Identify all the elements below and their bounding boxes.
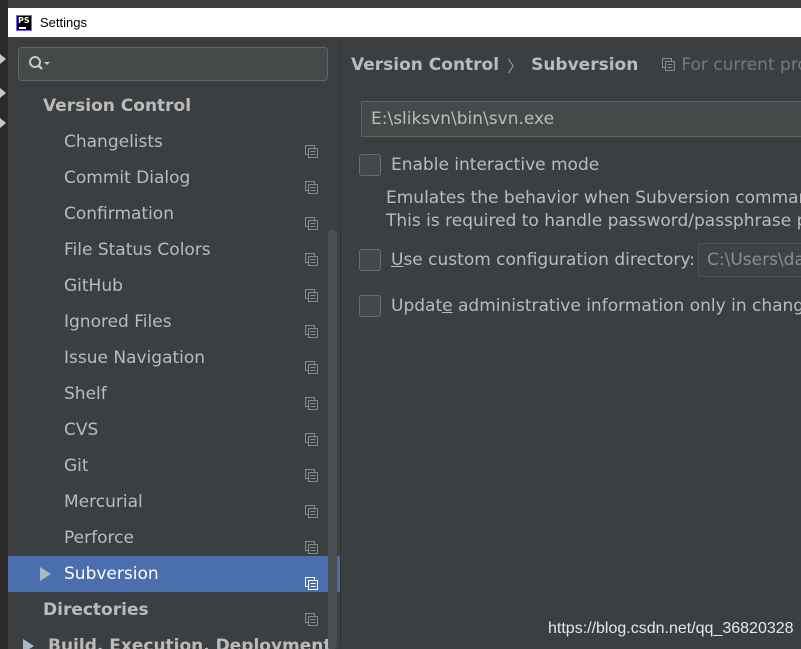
- tree-item-label: Perforce: [64, 528, 134, 548]
- tree-item-commit-dialog[interactable]: Commit Dialog: [8, 160, 340, 196]
- enable-interactive-mode-option[interactable]: Enable interactive mode: [359, 153, 599, 177]
- tree-item-label: Mercurial: [64, 492, 143, 512]
- project-level-icon: [305, 172, 319, 194]
- use-custom-config-label[interactable]: Use custom configuration directory:: [391, 250, 695, 270]
- tree-item-version-control[interactable]: Version Control: [8, 88, 340, 124]
- tree-item-github[interactable]: GitHub: [8, 268, 340, 304]
- project-level-icon: [305, 244, 319, 266]
- tree-item-label: Confirmation: [64, 204, 174, 224]
- update-admin-info-label[interactable]: Update administrative information only i…: [391, 296, 801, 316]
- breadcrumb-separator: 〉: [507, 57, 524, 76]
- project-level-icon: [305, 424, 319, 446]
- tree-item-label: Changelists: [64, 132, 163, 152]
- project-level-icon: [305, 352, 319, 374]
- tree-item-mercurial[interactable]: Mercurial: [8, 484, 340, 520]
- tree-item-label: Shelf: [64, 384, 107, 404]
- tree-item-confirmation[interactable]: Confirmation: [8, 196, 340, 232]
- tree-item-cvs[interactable]: CVS: [8, 412, 340, 448]
- tree-item-subversion[interactable]: Subversion: [8, 556, 340, 592]
- tree-item-label: Issue Navigation: [64, 348, 206, 368]
- mnemonic-letter: e: [442, 296, 453, 316]
- use-custom-config-label-text: se custom configuration directory:: [403, 250, 695, 270]
- project-level-icon: [305, 316, 319, 338]
- title-bar[interactable]: PS Settings: [8, 8, 801, 37]
- tree-item-label: Commit Dialog: [64, 168, 191, 188]
- project-level-icon: [305, 136, 319, 158]
- tree-item-label: Subversion: [64, 564, 159, 584]
- project-level-icon: [305, 532, 319, 554]
- tree-scrollbar[interactable]: [328, 230, 337, 649]
- tree-item-changelists[interactable]: Changelists: [8, 124, 340, 160]
- tree-item-label: Build, Execution, Deployment: [48, 636, 332, 649]
- mnemonic-letter: U: [391, 250, 404, 270]
- tree-item-build-execution-deployment[interactable]: Build, Execution, Deployment: [8, 628, 340, 649]
- scope-hint: For current project: [662, 55, 801, 75]
- project-level-icon: [305, 280, 319, 302]
- interactive-mode-description-line2: This is required to handle password/pass…: [386, 211, 801, 231]
- svn-executable-path-field[interactable]: E:\sliksvn\bin\svn.exe: [361, 101, 801, 137]
- project-scope-icon: [662, 58, 676, 71]
- tree-item-directories[interactable]: Directories: [8, 592, 340, 628]
- tree-item-label: Git: [64, 456, 89, 476]
- tree-item-git[interactable]: Git: [8, 448, 340, 484]
- breadcrumb-current: Subversion: [531, 55, 639, 75]
- update-admin-info-option[interactable]: Update administrative information only i…: [359, 294, 801, 318]
- project-level-icon: [305, 388, 319, 410]
- tree-item-label: Directories: [43, 600, 149, 620]
- tree-item-label: CVS: [64, 420, 99, 440]
- settings-tree-panel: Version Control Changelists Commit Dialog C…: [8, 37, 340, 649]
- tree-item-perforce[interactable]: Perforce: [8, 520, 340, 556]
- breadcrumb-parent: Version Control: [351, 55, 500, 75]
- project-level-icon: [305, 460, 319, 482]
- project-level-icon: [305, 208, 319, 230]
- update-admin-info-label-post: administrative information only in chang…: [452, 296, 801, 316]
- enable-interactive-mode-checkbox[interactable]: [359, 154, 381, 176]
- window-title: Settings: [40, 15, 87, 30]
- update-admin-info-checkbox[interactable]: [359, 295, 381, 317]
- subversion-settings-panel: Version Control 〉 Subversion For current…: [341, 37, 801, 649]
- enable-interactive-mode-label[interactable]: Enable interactive mode: [391, 155, 599, 175]
- phpstorm-app-icon: PS: [16, 14, 32, 31]
- collapsed-arrow-icon: [0, 88, 6, 98]
- interactive-mode-description: Emulates the behavior when Subversion co…: [386, 187, 801, 233]
- project-level-icon: [305, 568, 319, 590]
- collapsed-arrow-icon: [0, 118, 6, 128]
- background-ide-edge: [0, 0, 8, 649]
- use-custom-config-checkbox[interactable]: [359, 249, 381, 271]
- expand-arrow-icon[interactable]: [40, 567, 51, 581]
- update-admin-info-label-pre: Updat: [391, 296, 443, 316]
- project-level-icon: [305, 604, 319, 626]
- collapsed-arrow-icon: [0, 54, 6, 64]
- tree-item-label: GitHub: [64, 276, 123, 296]
- scope-hint-label: For current project: [681, 55, 801, 75]
- tree-item-label: Version Control: [43, 96, 192, 116]
- settings-tree: Version Control Changelists Commit Dialog C…: [8, 88, 340, 649]
- tree-item-ignored-files[interactable]: Ignored Files: [8, 304, 340, 340]
- custom-config-directory-field[interactable]: C:\Users\da: [698, 243, 801, 277]
- expand-arrow-icon[interactable]: [23, 639, 34, 649]
- project-level-icon: [305, 496, 319, 518]
- interactive-mode-description-line1: Emulates the behavior when Subversion co…: [386, 188, 801, 208]
- search-input[interactable]: [18, 47, 328, 81]
- tree-item-label: File Status Colors: [64, 240, 211, 260]
- tree-item-shelf[interactable]: Shelf: [8, 376, 340, 412]
- breadcrumb: Version Control 〉 Subversion For current…: [351, 53, 801, 77]
- tree-item-issue-navigation[interactable]: Issue Navigation: [8, 340, 340, 376]
- watermark-url: https://blog.csdn.net/qq_36820328: [548, 620, 794, 637]
- tree-item-label: Ignored Files: [64, 312, 172, 332]
- search-icon[interactable]: [28, 55, 52, 73]
- use-custom-config-option[interactable]: Use custom configuration directory:: [359, 248, 695, 272]
- tree-item-file-status-colors[interactable]: File Status Colors: [8, 232, 340, 268]
